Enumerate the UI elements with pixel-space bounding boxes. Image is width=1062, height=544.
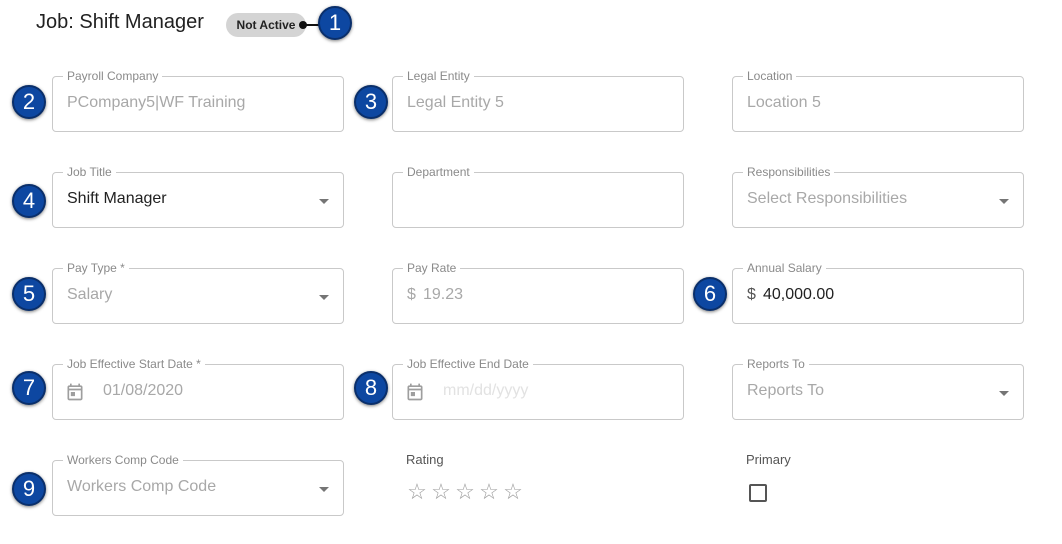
workers-comp-placeholder: Workers Comp Code <box>67 478 217 495</box>
chevron-down-icon[interactable] <box>999 391 1009 396</box>
job-end-date-field[interactable]: Job Effective End Date mm/dd/yyyy <box>392 357 684 420</box>
star-outline-icon[interactable]: ☆ <box>430 481 452 503</box>
calendar-icon[interactable] <box>65 382 85 402</box>
responsibilities-placeholder: Select Responsibilities <box>747 190 908 207</box>
legal-entity-value: Legal Entity 5 <box>407 94 504 111</box>
calendar-icon[interactable] <box>405 382 425 402</box>
star-outline-icon[interactable]: ☆ <box>454 481 476 503</box>
annual-salary-label: Annual Salary <box>743 261 826 275</box>
currency-prefix: $ <box>407 286 416 303</box>
rating-label: Rating <box>406 452 444 467</box>
status-badge: Not Active <box>226 13 306 37</box>
callout-marker-2: 2 <box>12 85 46 119</box>
payroll-company-field[interactable]: Payroll Company PCompany5|WF Training <box>52 69 344 132</box>
pay-rate-field[interactable]: Pay Rate $ 19.23 <box>392 261 684 324</box>
pay-type-label: Pay Type * <box>63 261 129 275</box>
department-label: Department <box>403 165 474 179</box>
workers-comp-select[interactable]: Workers Comp Code Workers Comp Code <box>52 453 344 516</box>
reports-to-placeholder: Reports To <box>747 382 825 399</box>
callout-marker-8: 8 <box>354 371 388 405</box>
pay-rate-label: Pay Rate <box>403 261 461 275</box>
page-title: Job: Shift Manager <box>36 11 204 33</box>
location-value: Location 5 <box>747 94 821 111</box>
currency-prefix: $ <box>747 286 756 303</box>
star-outline-icon[interactable]: ☆ <box>406 481 428 503</box>
legal-entity-label: Legal Entity <box>403 69 474 83</box>
job-end-date-placeholder: mm/dd/yyyy <box>443 382 529 399</box>
reports-to-select[interactable]: Reports To Reports To <box>732 357 1024 420</box>
location-field[interactable]: Location Location 5 <box>732 69 1024 132</box>
pay-type-value: Salary <box>67 286 113 303</box>
pay-type-select[interactable]: Pay Type * Salary <box>52 261 344 324</box>
workers-comp-label: Workers Comp Code <box>63 453 183 467</box>
job-start-date-value: 01/08/2020 <box>103 382 184 399</box>
legal-entity-field[interactable]: Legal Entity Legal Entity 5 <box>392 69 684 132</box>
rating-stars[interactable]: ☆ ☆ ☆ ☆ ☆ <box>406 481 524 503</box>
chevron-down-icon[interactable] <box>319 199 329 204</box>
callout-marker-9: 9 <box>12 472 46 506</box>
annual-salary-value: 40,000.00 <box>763 286 835 303</box>
pay-rate-value: 19.23 <box>423 286 464 303</box>
job-end-date-label: Job Effective End Date <box>403 357 533 371</box>
primary-label: Primary <box>746 452 791 467</box>
primary-checkbox[interactable] <box>749 484 767 502</box>
star-outline-icon[interactable]: ☆ <box>502 481 524 503</box>
callout-marker-6: 6 <box>693 277 727 311</box>
callout-marker-3: 3 <box>354 85 388 119</box>
callout-marker-1: 1 <box>318 6 352 40</box>
job-title-value: Shift Manager <box>67 190 167 207</box>
chevron-down-icon[interactable] <box>319 487 329 492</box>
responsibilities-select[interactable]: Responsibilities Select Responsibilities <box>732 165 1024 228</box>
responsibilities-label: Responsibilities <box>743 165 835 179</box>
job-title-label: Job Title <box>63 165 116 179</box>
job-title-select[interactable]: Job Title Shift Manager <box>52 165 344 228</box>
star-outline-icon[interactable]: ☆ <box>478 481 500 503</box>
department-field[interactable]: Department <box>392 165 684 228</box>
payroll-company-label: Payroll Company <box>63 69 163 83</box>
annual-salary-field[interactable]: Annual Salary $ 40,000.00 <box>732 261 1024 324</box>
callout-marker-4: 4 <box>12 184 46 218</box>
callout-marker-7: 7 <box>12 371 46 405</box>
chevron-down-icon[interactable] <box>319 295 329 300</box>
payroll-company-value: PCompany5|WF Training <box>67 94 246 111</box>
location-label: Location <box>743 69 797 83</box>
callout-marker-5: 5 <box>12 277 46 311</box>
callout-connector-line <box>303 24 319 26</box>
reports-to-label: Reports To <box>743 357 809 371</box>
chevron-down-icon[interactable] <box>999 199 1009 204</box>
job-start-date-field[interactable]: Job Effective Start Date * 01/08/2020 <box>52 357 344 420</box>
job-start-date-label: Job Effective Start Date * <box>63 357 205 371</box>
